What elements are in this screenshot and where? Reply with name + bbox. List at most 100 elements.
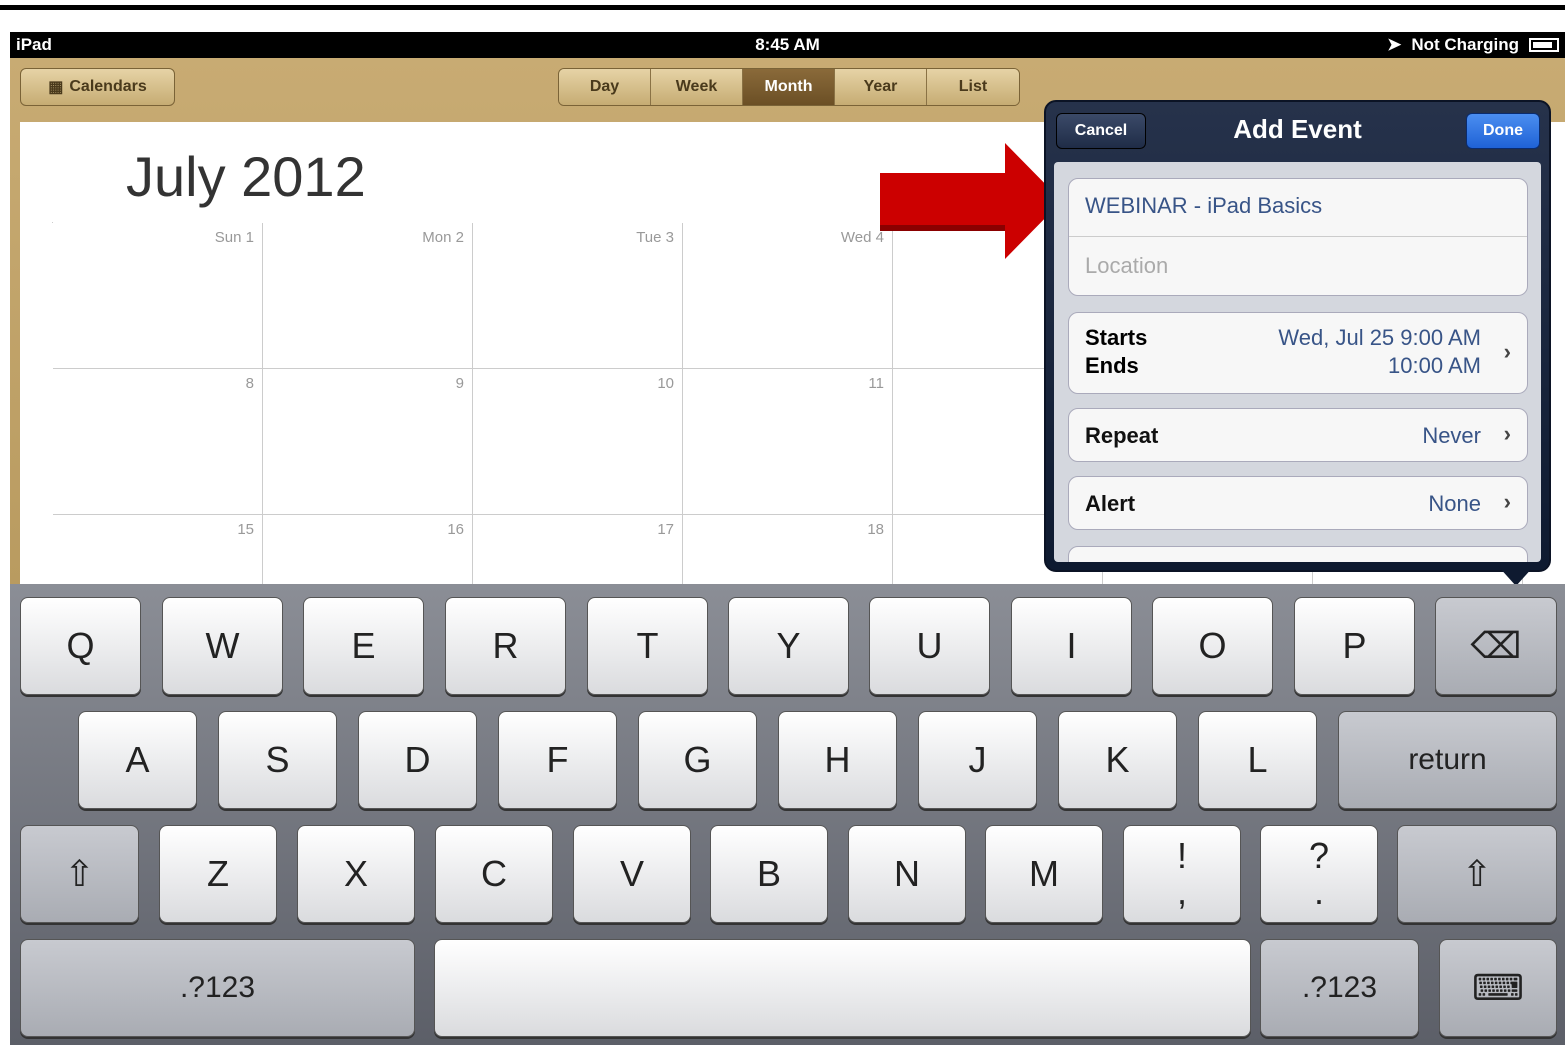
calendar-row-partial[interactable] (1068, 546, 1528, 562)
red-arrow-icon (880, 143, 1062, 259)
repeat-row[interactable]: Repeat Never › (1068, 408, 1528, 462)
key-j[interactable]: J (918, 711, 1037, 809)
day-cell[interactable]: 9 (263, 369, 473, 515)
chevron-right-icon: › (1503, 339, 1511, 364)
month-grid: Sun 1 Mon 2 Tue 3 Wed 4 8 9 10 11 15 16 … (52, 222, 1523, 661)
calendars-button[interactable]: ▦ Calendars (20, 68, 175, 106)
day-number: 11 (868, 375, 884, 392)
add-event-popover: Cancel Add Event Done WEBINAR - iPad Bas… (1044, 100, 1551, 572)
key-e[interactable]: E (303, 597, 424, 695)
day-number: Sun 1 (214, 229, 254, 246)
event-title-field[interactable]: WEBINAR - iPad Basics (1069, 179, 1527, 237)
day-cell[interactable]: Tue 3 (473, 223, 683, 369)
day-number: 8 (245, 375, 254, 392)
popover-pointer (1498, 566, 1534, 586)
clock: 8:45 AM (755, 35, 820, 54)
day-cell[interactable]: 8 (53, 369, 263, 515)
keyboard-dismiss-icon: ⌨ (1472, 967, 1524, 1008)
numbers-key-right[interactable]: .?123 (1260, 939, 1419, 1037)
title-location-group: WEBINAR - iPad Basics Location (1068, 178, 1528, 296)
backspace-key[interactable]: ⌫ (1435, 597, 1557, 695)
day-cell[interactable]: 10 (473, 369, 683, 515)
day-cell[interactable]: 11 (683, 369, 893, 515)
done-button[interactable]: Done (1466, 113, 1540, 149)
location-icon: ➤ (1387, 35, 1402, 54)
key-s[interactable]: S (218, 711, 337, 809)
key-z[interactable]: Z (159, 825, 277, 923)
key-n[interactable]: N (848, 825, 966, 923)
event-form: WEBINAR - iPad Basics Location Starts En… (1054, 162, 1541, 562)
ends-value: 10:00 AM (1388, 353, 1481, 378)
key-top-char: ! (1176, 835, 1187, 876)
location-field[interactable]: Location (1069, 237, 1527, 295)
on-screen-keyboard: Q W E R T Y U I O P ⌫ A S D F G H J K L … (10, 584, 1565, 1045)
day-cell[interactable]: Mon 2 (263, 223, 473, 369)
key-bottom-char: . (1313, 871, 1324, 912)
key-b[interactable]: B (710, 825, 828, 923)
status-bar: iPad 8:45 AM ➤ Not Charging (10, 32, 1565, 58)
key-d[interactable]: D (358, 711, 477, 809)
key-l[interactable]: L (1198, 711, 1317, 809)
day-number: 15 (237, 521, 254, 538)
starts-label: Starts (1085, 325, 1148, 350)
day-number: Wed 4 (840, 229, 884, 246)
repeat-label: Repeat (1085, 423, 1159, 448)
status-right: ➤ Not Charging (1387, 35, 1559, 55)
key-bottom-char: , (1176, 871, 1187, 912)
day-cell[interactable]: Sun 1 (53, 223, 263, 369)
tab-month[interactable]: Month (743, 69, 835, 105)
tab-day[interactable]: Day (559, 69, 651, 105)
key-i[interactable]: I (1011, 597, 1132, 695)
key-f[interactable]: F (498, 711, 617, 809)
view-segmented-control: Day Week Month Year List (558, 68, 1020, 106)
key-u[interactable]: U (869, 597, 990, 695)
chevron-right-icon: › (1503, 421, 1511, 446)
calendar-app: ▦ Calendars Day Week Month Year List Jul… (10, 58, 1565, 661)
calendars-label: Calendars (69, 78, 147, 95)
charging-label: Not Charging (1411, 35, 1519, 54)
key-m[interactable]: M (985, 825, 1103, 923)
shift-key-right[interactable]: ⇧ (1397, 825, 1557, 923)
key-r[interactable]: R (445, 597, 566, 695)
key-h[interactable]: H (778, 711, 897, 809)
shift-icon: ⇧ (64, 853, 95, 894)
key-y[interactable]: Y (728, 597, 849, 695)
ipad-screen: iPad 8:45 AM ➤ Not Charging ▦ Calendars … (10, 32, 1565, 1045)
location-placeholder: Location (1085, 253, 1169, 278)
month-title: July 2012 (126, 145, 366, 208)
space-bar[interactable] (434, 939, 1251, 1037)
key-o[interactable]: O (1152, 597, 1273, 695)
numbers-key-left[interactable]: .?123 (20, 939, 415, 1037)
day-number: 16 (447, 521, 464, 538)
key-question-period[interactable]: ?. (1260, 825, 1378, 923)
key-c[interactable]: C (435, 825, 553, 923)
day-number: 9 (455, 375, 464, 392)
tab-list[interactable]: List (927, 69, 1019, 105)
hide-keyboard-key[interactable]: ⌨ (1439, 939, 1557, 1037)
tab-year[interactable]: Year (835, 69, 927, 105)
battery-icon (1529, 38, 1559, 52)
return-key[interactable]: return (1338, 711, 1557, 809)
alert-value: None (1428, 491, 1481, 516)
key-a[interactable]: A (78, 711, 197, 809)
key-g[interactable]: G (638, 711, 757, 809)
key-t[interactable]: T (587, 597, 708, 695)
key-p[interactable]: P (1294, 597, 1415, 695)
day-cell[interactable]: Wed 4 (683, 223, 893, 369)
alert-row[interactable]: Alert None › (1068, 476, 1528, 530)
key-v[interactable]: V (573, 825, 691, 923)
day-number: Tue 3 (636, 229, 674, 246)
alert-label: Alert (1085, 491, 1136, 516)
backspace-icon: ⌫ (1470, 625, 1522, 666)
starts-ends-row[interactable]: Starts Ends Wed, Jul 25 9:00 AM 10:00 AM… (1068, 312, 1528, 394)
key-k[interactable]: K (1058, 711, 1177, 809)
key-top-char: ? (1308, 835, 1330, 876)
key-exclaim-comma[interactable]: !, (1123, 825, 1241, 923)
key-x[interactable]: X (297, 825, 415, 923)
tab-week[interactable]: Week (651, 69, 743, 105)
shift-key-left[interactable]: ⇧ (20, 825, 139, 923)
key-w[interactable]: W (162, 597, 283, 695)
repeat-value: Never (1422, 423, 1481, 448)
shift-icon: ⇧ (1461, 853, 1493, 894)
key-q[interactable]: Q (20, 597, 141, 695)
